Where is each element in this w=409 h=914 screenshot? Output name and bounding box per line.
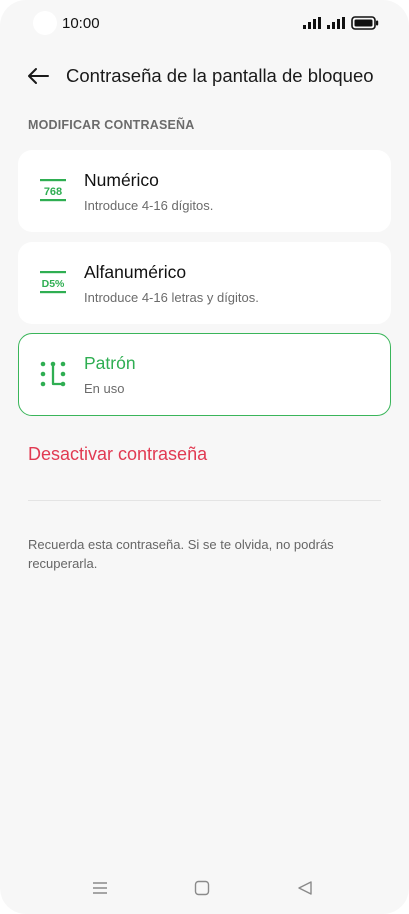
option-alphanumeric[interactable]: D5% Alfanumérico Introduce 4-16 letras y… — [18, 242, 391, 324]
signal-icon — [327, 17, 345, 29]
alphanumeric-icon: D5% — [40, 271, 66, 294]
battery-icon — [351, 16, 379, 30]
status-bar: 10:00 — [0, 0, 409, 48]
option-label: Numérico — [84, 170, 159, 190]
arrow-left-icon — [28, 68, 49, 84]
divider — [28, 500, 381, 501]
home-icon — [194, 880, 210, 896]
phone-screen: 10:00 Contraseña de la pantalla de bloqu… — [0, 0, 409, 914]
pattern-icon — [40, 361, 66, 387]
deactivate-password-button[interactable]: Desactivar contraseña — [28, 444, 207, 465]
option-label: Patrón — [84, 353, 136, 373]
nav-home-button[interactable] — [192, 878, 212, 898]
section-title: MODIFICAR CONTRASEÑA — [28, 118, 195, 132]
menu-icon — [93, 882, 107, 894]
password-note: Recuerda esta contraseña. Si se te olvid… — [28, 537, 334, 571]
nav-menu-button[interactable] — [90, 878, 110, 898]
page-title: Contraseña de la pantalla de bloqueo — [66, 65, 374, 86]
nav-back-button[interactable] — [295, 878, 315, 898]
option-pattern[interactable]: Patrón En uso — [18, 333, 391, 416]
status-icons — [303, 15, 379, 31]
option-description: Introduce 4-16 dígitos. — [84, 198, 214, 213]
numeric-icon: 768 — [40, 179, 66, 202]
back-triangle-icon — [298, 881, 312, 895]
svg-text:D5%: D5% — [42, 278, 65, 290]
option-description: En uso — [84, 381, 125, 396]
option-label: Alfanumérico — [84, 262, 187, 282]
camera-cutout — [33, 11, 57, 35]
option-description: Introduce 4-16 letras y dígitos. — [84, 290, 259, 305]
back-button[interactable] — [22, 62, 54, 90]
option-numeric[interactable]: 768 Numérico Introduce 4-16 dígitos. — [18, 150, 391, 232]
signal-icon — [303, 17, 321, 29]
status-time: 10:00 — [62, 15, 100, 32]
svg-text:768: 768 — [44, 186, 62, 198]
